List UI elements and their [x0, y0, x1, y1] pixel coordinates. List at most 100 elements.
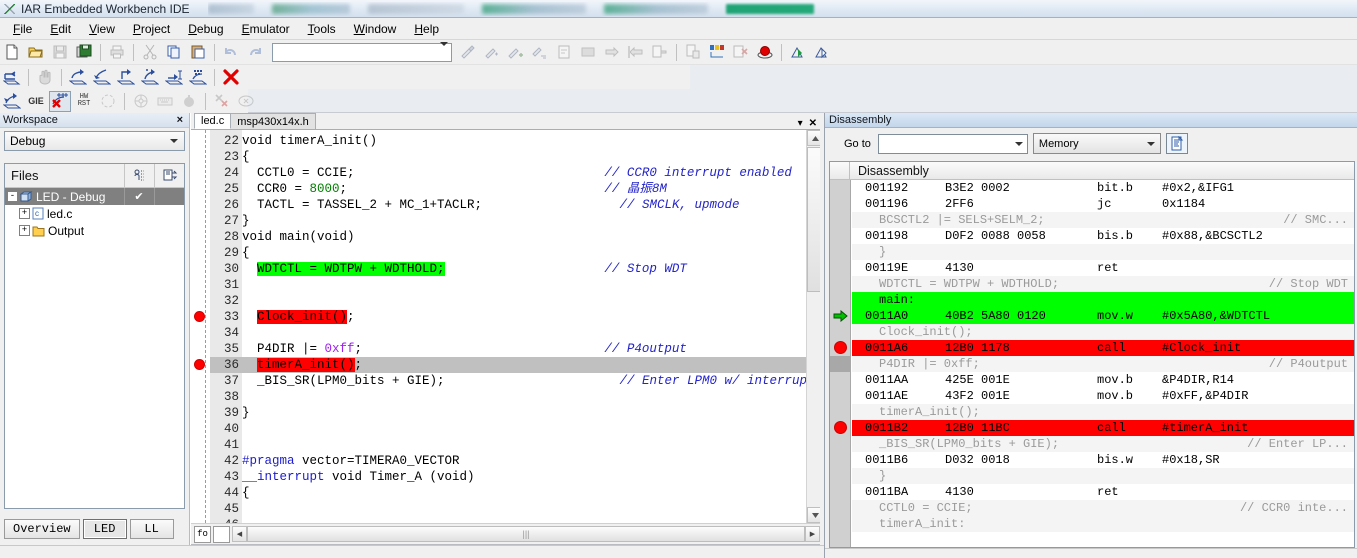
disassembly-row[interactable]: } [852, 244, 1354, 260]
disassembly-row[interactable]: timerA_init: [852, 516, 1354, 532]
code-text-area[interactable]: void timerA_init() { CCTL0 = CCIE; // CCR0… [242, 130, 815, 523]
disassembly-row[interactable]: CCTL0 = CCIE; // CCR0 inte... [852, 500, 1354, 516]
code-line[interactable] [242, 293, 806, 309]
stop-build-icon[interactable] [730, 42, 752, 63]
goto-icon[interactable] [553, 42, 575, 63]
disassembly-row[interactable]: _BIS_SR(LPM0_bits + GIE); // Enter LP... [852, 436, 1354, 452]
disassembly-grid[interactable]: Disassembly 001192 B3E2 0002 bit.b #0x2,&IF… [829, 161, 1355, 548]
code-line[interactable]: TACTL = TASSEL_2 + MC_1+TACLR; // SMCLK, … [242, 197, 806, 213]
debug-icon[interactable] [787, 42, 809, 63]
editor-tab-strip[interactable]: led.c msp430x14x.h ▾ ✕ [191, 113, 822, 130]
code-line[interactable]: WDTCTL = WDTPW + WDTHOLD; // Stop WDT [242, 261, 806, 277]
find-next-icon[interactable] [481, 42, 503, 63]
disassembly-row[interactable]: 001196 2FF6 jc 0x1184 [852, 196, 1354, 212]
disassembly-row[interactable]: 001192 B3E2 0002 bit.b #0x2,&IFG1 [852, 180, 1354, 196]
toggle-breakpoint-icon[interactable] [754, 42, 776, 63]
tree-item-led-debug[interactable]: - LED - Debug ✔ [5, 188, 184, 205]
menu-item-help[interactable]: Help [405, 19, 448, 39]
break-icon[interactable] [34, 67, 56, 88]
fold-indicator[interactable]: fo [194, 525, 211, 543]
editor-status-box[interactable] [213, 525, 230, 543]
file-tree-rows[interactable]: - LED - Debug ✔ + c led.c + Output [5, 188, 184, 239]
disassembly-row[interactable]: 0011AA 425E 001E mov.b &P4DIR,R14 [852, 372, 1354, 388]
workspace-tab-led[interactable]: LED [82, 519, 127, 539]
workspace-tab-overview[interactable]: Overview [4, 519, 80, 539]
close-icon[interactable]: × [174, 114, 186, 126]
step-over-icon[interactable] [67, 67, 89, 88]
new-document-icon[interactable] [1, 42, 23, 63]
copy-icon[interactable] [163, 42, 185, 63]
states-icon[interactable] [97, 91, 119, 112]
download-debug-icon[interactable] [811, 42, 833, 63]
quick-search-combo[interactable] [272, 42, 452, 62]
disassembly-grid-body[interactable]: 001192 B3E2 0002 bit.b #0x2,&IFG1 001196 2FF6… [830, 180, 1354, 547]
clear-points-icon[interactable] [211, 91, 233, 112]
tree-expander[interactable]: - [7, 191, 18, 202]
disassembly-row[interactable]: timerA_init(); [852, 404, 1354, 420]
previous-bookmark-icon[interactable] [625, 42, 647, 63]
tree-expander[interactable]: + [19, 208, 30, 219]
menu-item-window[interactable]: Window [345, 19, 406, 39]
goto-address-combo[interactable] [877, 133, 1028, 154]
keyboard-icon[interactable] [154, 91, 176, 112]
disassembly-row[interactable]: Clock_init(); [852, 324, 1354, 340]
code-line[interactable]: Clock_init(); [242, 309, 806, 325]
code-line[interactable]: } [242, 405, 806, 421]
tree-item-led-c[interactable]: + c led.c [5, 205, 184, 222]
scroll-right-button[interactable]: ▶ [805, 526, 820, 542]
hw-rst-icon[interactable]: HW RST [73, 91, 95, 112]
breakpoint-gutter[interactable] [191, 130, 210, 523]
go-icon[interactable] [187, 67, 209, 88]
code-line[interactable]: void timerA_init() [242, 133, 806, 149]
undo-icon[interactable] [220, 42, 242, 63]
menu-item-emulator[interactable]: Emulator [233, 19, 299, 39]
disassembly-row[interactable]: BCSCTL2 |= SELS+SELM_2; // SMC... [852, 212, 1354, 228]
breakpoint-clear-icon[interactable] [49, 90, 71, 112]
code-line[interactable]: #pragma vector=TIMERA0_VECTOR [242, 453, 806, 469]
workspace-file-tree[interactable]: Files - LED - Debug ✔ + c led.c + Output [4, 163, 185, 509]
code-line[interactable] [242, 277, 806, 293]
code-line[interactable] [242, 389, 806, 405]
breakpoint-marker[interactable] [194, 359, 205, 370]
disassembly-row[interactable]: 0011B2 12B0 11BC call #timerA_init [852, 420, 1354, 436]
save-icon[interactable] [49, 42, 71, 63]
step-into-icon[interactable] [91, 67, 113, 88]
disassembly-row[interactable]: 0011A0 40B2 5A80 0120 mov.w #0x5A80,&WDTCTL [852, 308, 1354, 324]
chevron-down-icon[interactable] [1014, 141, 1023, 146]
menu-item-debug[interactable]: Debug [179, 19, 232, 39]
macro-icon[interactable] [235, 91, 257, 112]
make-icon[interactable] [682, 42, 704, 63]
code-line[interactable] [242, 325, 806, 341]
run-to-cursor-icon[interactable] [163, 67, 185, 88]
build-all-icon[interactable] [706, 42, 728, 63]
menu-item-file[interactable]: File [4, 19, 41, 39]
breakpoint-marker[interactable] [834, 341, 847, 354]
disassembly-marker-gutter[interactable] [830, 180, 851, 547]
redo-icon[interactable] [244, 42, 266, 63]
code-line[interactable]: timerA_init(); [242, 357, 806, 373]
open-folder-icon[interactable] [25, 42, 47, 63]
disassembly-row[interactable]: 0011AE 43F2 001E mov.b #0xFF,&P4DIR [852, 388, 1354, 404]
disassembly-row[interactable]: P4DIR |= 0xff; // P4output [852, 356, 1354, 372]
menu-item-project[interactable]: Project [124, 19, 179, 39]
disassembly-row[interactable]: main: [852, 292, 1354, 308]
code-line[interactable]: { [242, 485, 806, 501]
chevron-down-icon[interactable] [170, 139, 178, 143]
hscroll-thumb[interactable]: ||| [247, 526, 805, 542]
print-icon[interactable] [106, 42, 128, 63]
close-icon[interactable]: ✕ [809, 118, 817, 129]
menu-item-view[interactable]: View [80, 19, 124, 39]
reset-icon[interactable] [1, 67, 23, 88]
memory-zone-combo[interactable]: Memory [1032, 133, 1161, 154]
stop-debugging-icon[interactable] [220, 67, 242, 88]
step-out-icon[interactable] [115, 67, 137, 88]
tree-expander[interactable]: + [19, 225, 30, 236]
workspace-tab-strip[interactable]: Overview LED LL [4, 518, 174, 540]
code-line[interactable]: void main(void) [242, 229, 806, 245]
disassembly-row[interactable]: } [852, 468, 1354, 484]
build-configuration-combo[interactable]: Debug [4, 131, 185, 151]
chevron-down-icon[interactable] [440, 42, 448, 58]
gie-button[interactable]: GIE [25, 91, 47, 112]
workspace-tab-ll[interactable]: LL [129, 519, 174, 539]
power-icon[interactable] [178, 91, 200, 112]
